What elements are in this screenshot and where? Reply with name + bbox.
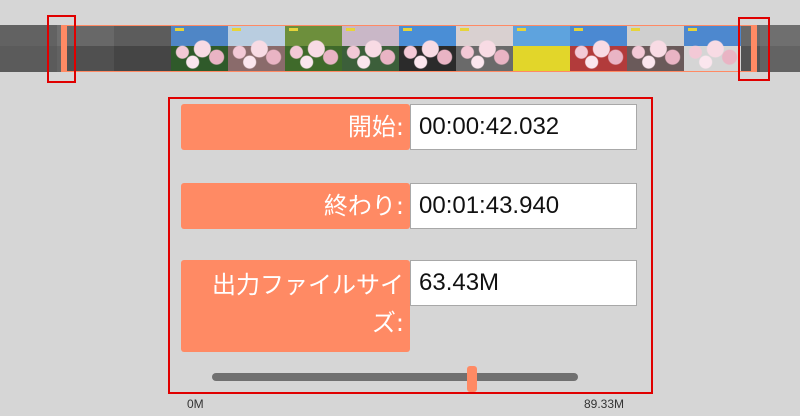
filmstrip-frame: [684, 25, 741, 72]
filmstrip-frame: [570, 25, 627, 72]
filmstrip-frame: [285, 25, 342, 72]
slider-min-label: 0M: [187, 397, 204, 411]
output-size-slider-track[interactable]: [212, 373, 578, 381]
start-row: 開始: 00:00:42.032: [181, 104, 637, 150]
start-label: 開始:: [181, 104, 410, 150]
output-size-row: 出力ファイルサイズ: 63.43M: [181, 260, 637, 352]
start-handle-highlight: [47, 15, 76, 83]
end-time-input[interactable]: 00:01:43.940: [410, 183, 637, 229]
end-row: 終わり: 00:01:43.940: [181, 183, 637, 229]
filmstrip-frame: [171, 25, 228, 72]
output-size-slider-thumb[interactable]: [467, 366, 477, 392]
filmstrip-frame: [399, 25, 456, 72]
filmstrip-frame: [513, 25, 570, 72]
output-size-label: 出力ファイルサイズ:: [181, 260, 410, 352]
filmstrip-frame: [342, 25, 399, 72]
filmstrip-frame: [228, 25, 285, 72]
slider-max-label: 89.33M: [584, 397, 625, 411]
filmstrip-frame: [627, 25, 684, 72]
end-handle-highlight: [738, 17, 770, 81]
end-label: 終わり:: [181, 183, 410, 229]
start-time-input[interactable]: 00:00:42.032: [410, 104, 637, 150]
output-size-input[interactable]: 63.43M: [410, 260, 637, 306]
filmstrip-frame: [114, 25, 171, 72]
video-filmstrip[interactable]: [0, 25, 800, 72]
filmstrip-frame: [456, 25, 513, 72]
